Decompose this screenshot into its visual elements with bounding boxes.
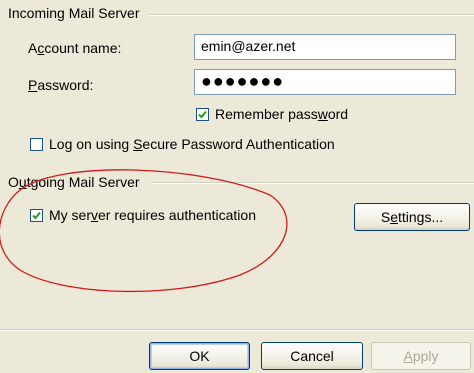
- checkmark-icon: [198, 110, 207, 118]
- password-label: Password:: [28, 77, 94, 93]
- checkmark-icon: [32, 211, 41, 219]
- spa-checkbox[interactable]: Log on using Secure Password Authenticat…: [30, 136, 335, 152]
- ok-button[interactable]: OK: [149, 342, 250, 370]
- button-bar-separator-highlight: [0, 330, 474, 331]
- account-name-field[interactable]: emin@azer.net: [194, 34, 456, 60]
- server-auth-check-box[interactable]: [30, 208, 43, 222]
- incoming-group-line: [150, 14, 474, 16]
- remember-password-label: Remember password: [215, 106, 349, 122]
- incoming-group-title: Incoming Mail Server: [8, 5, 143, 21]
- cancel-button[interactable]: Cancel: [261, 342, 363, 370]
- remember-password-checkbox[interactable]: Remember password: [196, 106, 348, 122]
- spa-check-box[interactable]: [30, 137, 43, 151]
- settings-button[interactable]: Se ttings...: [354, 203, 470, 231]
- outgoing-group-title: Outgoing Mail Server: [8, 174, 143, 190]
- password-field[interactable]: ●●●●●●●: [194, 69, 456, 95]
- outgoing-group-line: [152, 182, 474, 184]
- server-auth-label: My server requires authentication: [49, 207, 256, 223]
- apply-button[interactable]: Apply: [371, 342, 471, 370]
- remember-password-check-box[interactable]: [196, 107, 209, 121]
- server-auth-checkbox[interactable]: My server requires authentication: [30, 207, 256, 223]
- spa-label: Log on using Secure Password Authenticat…: [49, 136, 335, 152]
- account-name-label: Account name:: [28, 40, 122, 56]
